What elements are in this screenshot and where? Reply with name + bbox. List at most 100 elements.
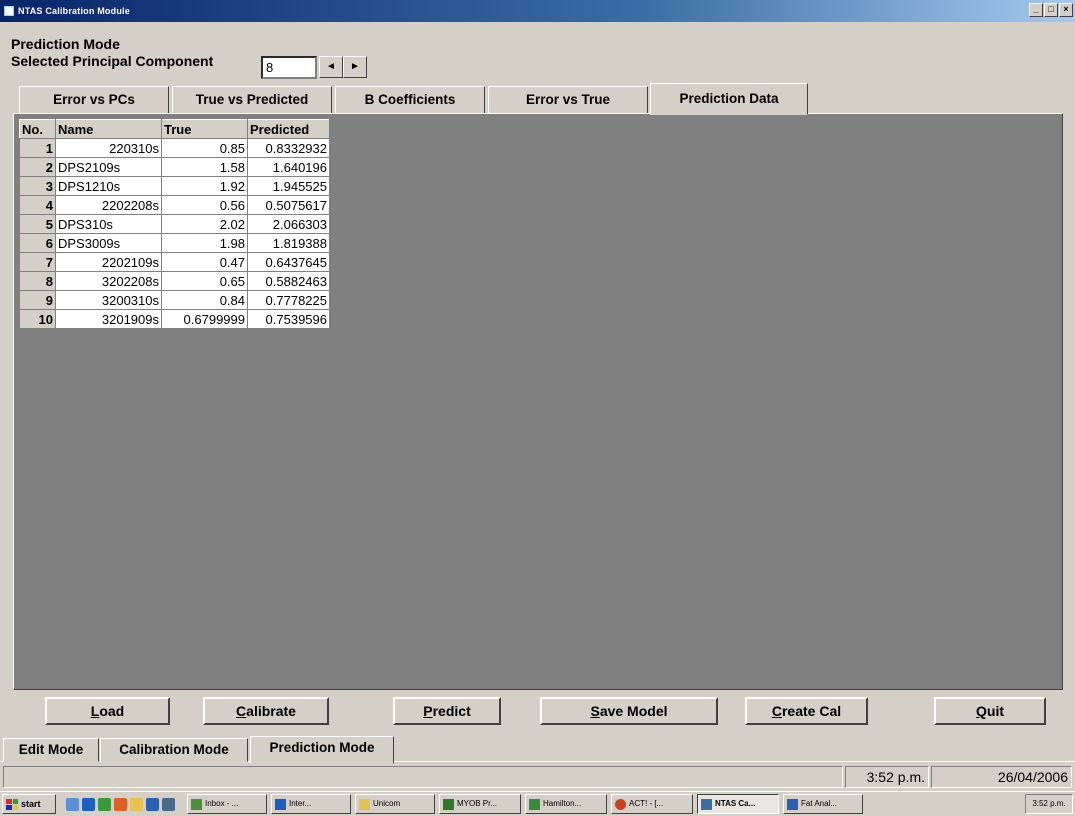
cell-true[interactable]: 0.47 [161, 252, 248, 272]
taskbar-item-hamilton[interactable]: Hamilton... [525, 794, 607, 814]
cell-name[interactable]: 2202208s [55, 195, 162, 215]
cell-true[interactable]: 0.85 [161, 138, 248, 158]
table-row[interactable]: 1 220310s 0.85 0.8332932 [19, 138, 330, 158]
row-number: 1 [19, 138, 56, 158]
word-icon[interactable] [146, 797, 159, 811]
cell-predicted[interactable]: 1.819388 [247, 233, 330, 253]
table-row[interactable]: 4 2202208s 0.56 0.5075617 [19, 195, 330, 215]
taskbar-item-fat-anal[interactable]: Fat Anal... [783, 794, 863, 814]
cell-true[interactable]: 1.92 [161, 176, 248, 196]
task-label: Inter... [289, 799, 312, 808]
start-button[interactable]: start [2, 794, 56, 814]
calibrate-button[interactable]: Calibrate [203, 697, 329, 725]
tab-true-vs-predicted[interactable]: True vs Predicted [172, 86, 332, 114]
tab-error-vs-pcs[interactable]: Error vs PCs [19, 86, 169, 114]
taskbar-item-myob[interactable]: MYOB Pr... [439, 794, 521, 814]
taskbar-item-act[interactable]: ACT! - [... [611, 794, 693, 814]
maximize-button[interactable]: □ [1044, 3, 1058, 17]
internet-explorer-icon[interactable] [82, 797, 95, 811]
window-controls: _ □ × [1029, 3, 1073, 17]
cell-true[interactable]: 0.65 [161, 271, 248, 291]
folder-icon[interactable] [130, 797, 143, 811]
ntas-icon [701, 798, 712, 810]
cell-name[interactable]: 220310s [55, 138, 162, 158]
tab-error-vs-true[interactable]: Error vs True [488, 86, 648, 114]
cell-name[interactable]: 3202208s [55, 271, 162, 291]
cell-true[interactable]: 2.02 [161, 214, 248, 234]
cell-name[interactable]: DPS3009s [55, 233, 162, 253]
row-number: 4 [19, 195, 56, 215]
cell-predicted[interactable]: 2.066303 [247, 214, 330, 234]
cell-name[interactable]: 3200310s [55, 290, 162, 310]
window-title: NTAS Calibration Module [18, 6, 130, 16]
spreadsheet-icon[interactable] [98, 797, 111, 811]
cell-predicted[interactable]: 1.640196 [247, 157, 330, 177]
quit-button[interactable]: Quit [934, 697, 1046, 725]
cell-predicted[interactable]: 1.945525 [247, 176, 330, 196]
cell-true[interactable]: 0.84 [161, 290, 248, 310]
table-row[interactable]: 8 3202208s 0.65 0.5882463 [19, 271, 330, 291]
cell-predicted[interactable]: 0.7539596 [247, 309, 330, 329]
cell-predicted[interactable]: 0.5075617 [247, 195, 330, 215]
prediction-data-grid[interactable]: No. Name True Predicted 1 220310s 0.85 0… [19, 119, 330, 329]
mode-title: Prediction Mode [11, 36, 120, 52]
tab-calibration-mode[interactable]: Calibration Mode [100, 738, 248, 762]
folder-icon [359, 798, 370, 810]
row-number: 5 [19, 214, 56, 234]
table-row[interactable]: 5 DPS310s 2.02 2.066303 [19, 214, 330, 234]
row-number: 10 [19, 309, 56, 329]
cell-name[interactable]: DPS310s [55, 214, 162, 234]
tab-edit-mode[interactable]: Edit Mode [3, 738, 99, 762]
table-row[interactable]: 7 2202109s 0.47 0.6437645 [19, 252, 330, 272]
load-button[interactable]: Load [45, 697, 170, 725]
tab-prediction-mode[interactable]: Prediction Mode [250, 736, 394, 764]
tab-prediction-data[interactable]: Prediction Data [650, 83, 808, 115]
table-row[interactable]: 2 DPS2109s 1.58 1.640196 [19, 157, 330, 177]
grid-header-row: No. Name True Predicted [19, 119, 330, 139]
task-label: Inbox - ... [205, 799, 239, 808]
save-model-button[interactable]: Save Model [540, 697, 718, 725]
word-icon [787, 798, 798, 810]
title-bar[interactable]: NTAS Calibration Module _ □ × [0, 0, 1075, 22]
table-row[interactable]: 6 DPS3009s 1.98 1.819388 [19, 233, 330, 253]
cell-name[interactable]: 2202109s [55, 252, 162, 272]
cell-true[interactable]: 0.6799999 [161, 309, 248, 329]
show-desktop-icon[interactable] [66, 797, 79, 811]
create-cal-button[interactable]: Create Cal [745, 697, 868, 725]
col-header-predicted[interactable]: Predicted [247, 119, 330, 139]
principal-component-input[interactable]: 8 [261, 56, 317, 79]
minimize-button[interactable]: _ [1029, 3, 1043, 17]
cell-name[interactable]: 3201909s [55, 309, 162, 329]
close-button[interactable]: × [1059, 3, 1073, 17]
table-row[interactable]: 10 3201909s 0.6799999 0.7539596 [19, 309, 330, 329]
system-tray-clock[interactable]: 3:52 p.m. [1025, 794, 1073, 814]
predict-button[interactable]: Predict [393, 697, 501, 725]
cell-name[interactable]: DPS2109s [55, 157, 162, 177]
cell-predicted[interactable]: 0.5882463 [247, 271, 330, 291]
cell-true[interactable]: 1.58 [161, 157, 248, 177]
taskbar-item-inbox[interactable]: Inbox - ... [187, 794, 267, 814]
col-header-name[interactable]: Name [55, 119, 162, 139]
table-row[interactable]: 9 3200310s 0.84 0.7778225 [19, 290, 330, 310]
pc-increment-button[interactable]: ► [343, 56, 367, 78]
taskbar-item-unicom[interactable]: Unicom [355, 794, 435, 814]
row-number: 6 [19, 233, 56, 253]
col-header-no[interactable]: No. [19, 119, 56, 139]
taskbar-item-internet[interactable]: Inter... [271, 794, 351, 814]
desktop-icon[interactable] [162, 797, 175, 811]
start-label: start [21, 799, 41, 809]
taskbar-item-ntas[interactable]: NTAS Ca... [697, 794, 779, 814]
tab-b-coefficients[interactable]: B Coefficients [335, 86, 485, 114]
cell-true[interactable]: 1.98 [161, 233, 248, 253]
cell-predicted[interactable]: 0.6437645 [247, 252, 330, 272]
cell-name[interactable]: DPS1210s [55, 176, 162, 196]
pc-decrement-button[interactable]: ◄ [319, 56, 343, 78]
col-header-true[interactable]: True [161, 119, 248, 139]
media-player-icon[interactable] [114, 797, 127, 811]
act-icon [615, 798, 626, 810]
cell-true[interactable]: 0.56 [161, 195, 248, 215]
cell-predicted[interactable]: 0.8332932 [247, 138, 330, 158]
table-row[interactable]: 3 DPS1210s 1.92 1.945525 [19, 176, 330, 196]
cell-predicted[interactable]: 0.7778225 [247, 290, 330, 310]
quit-hotkey: Q [976, 703, 987, 719]
